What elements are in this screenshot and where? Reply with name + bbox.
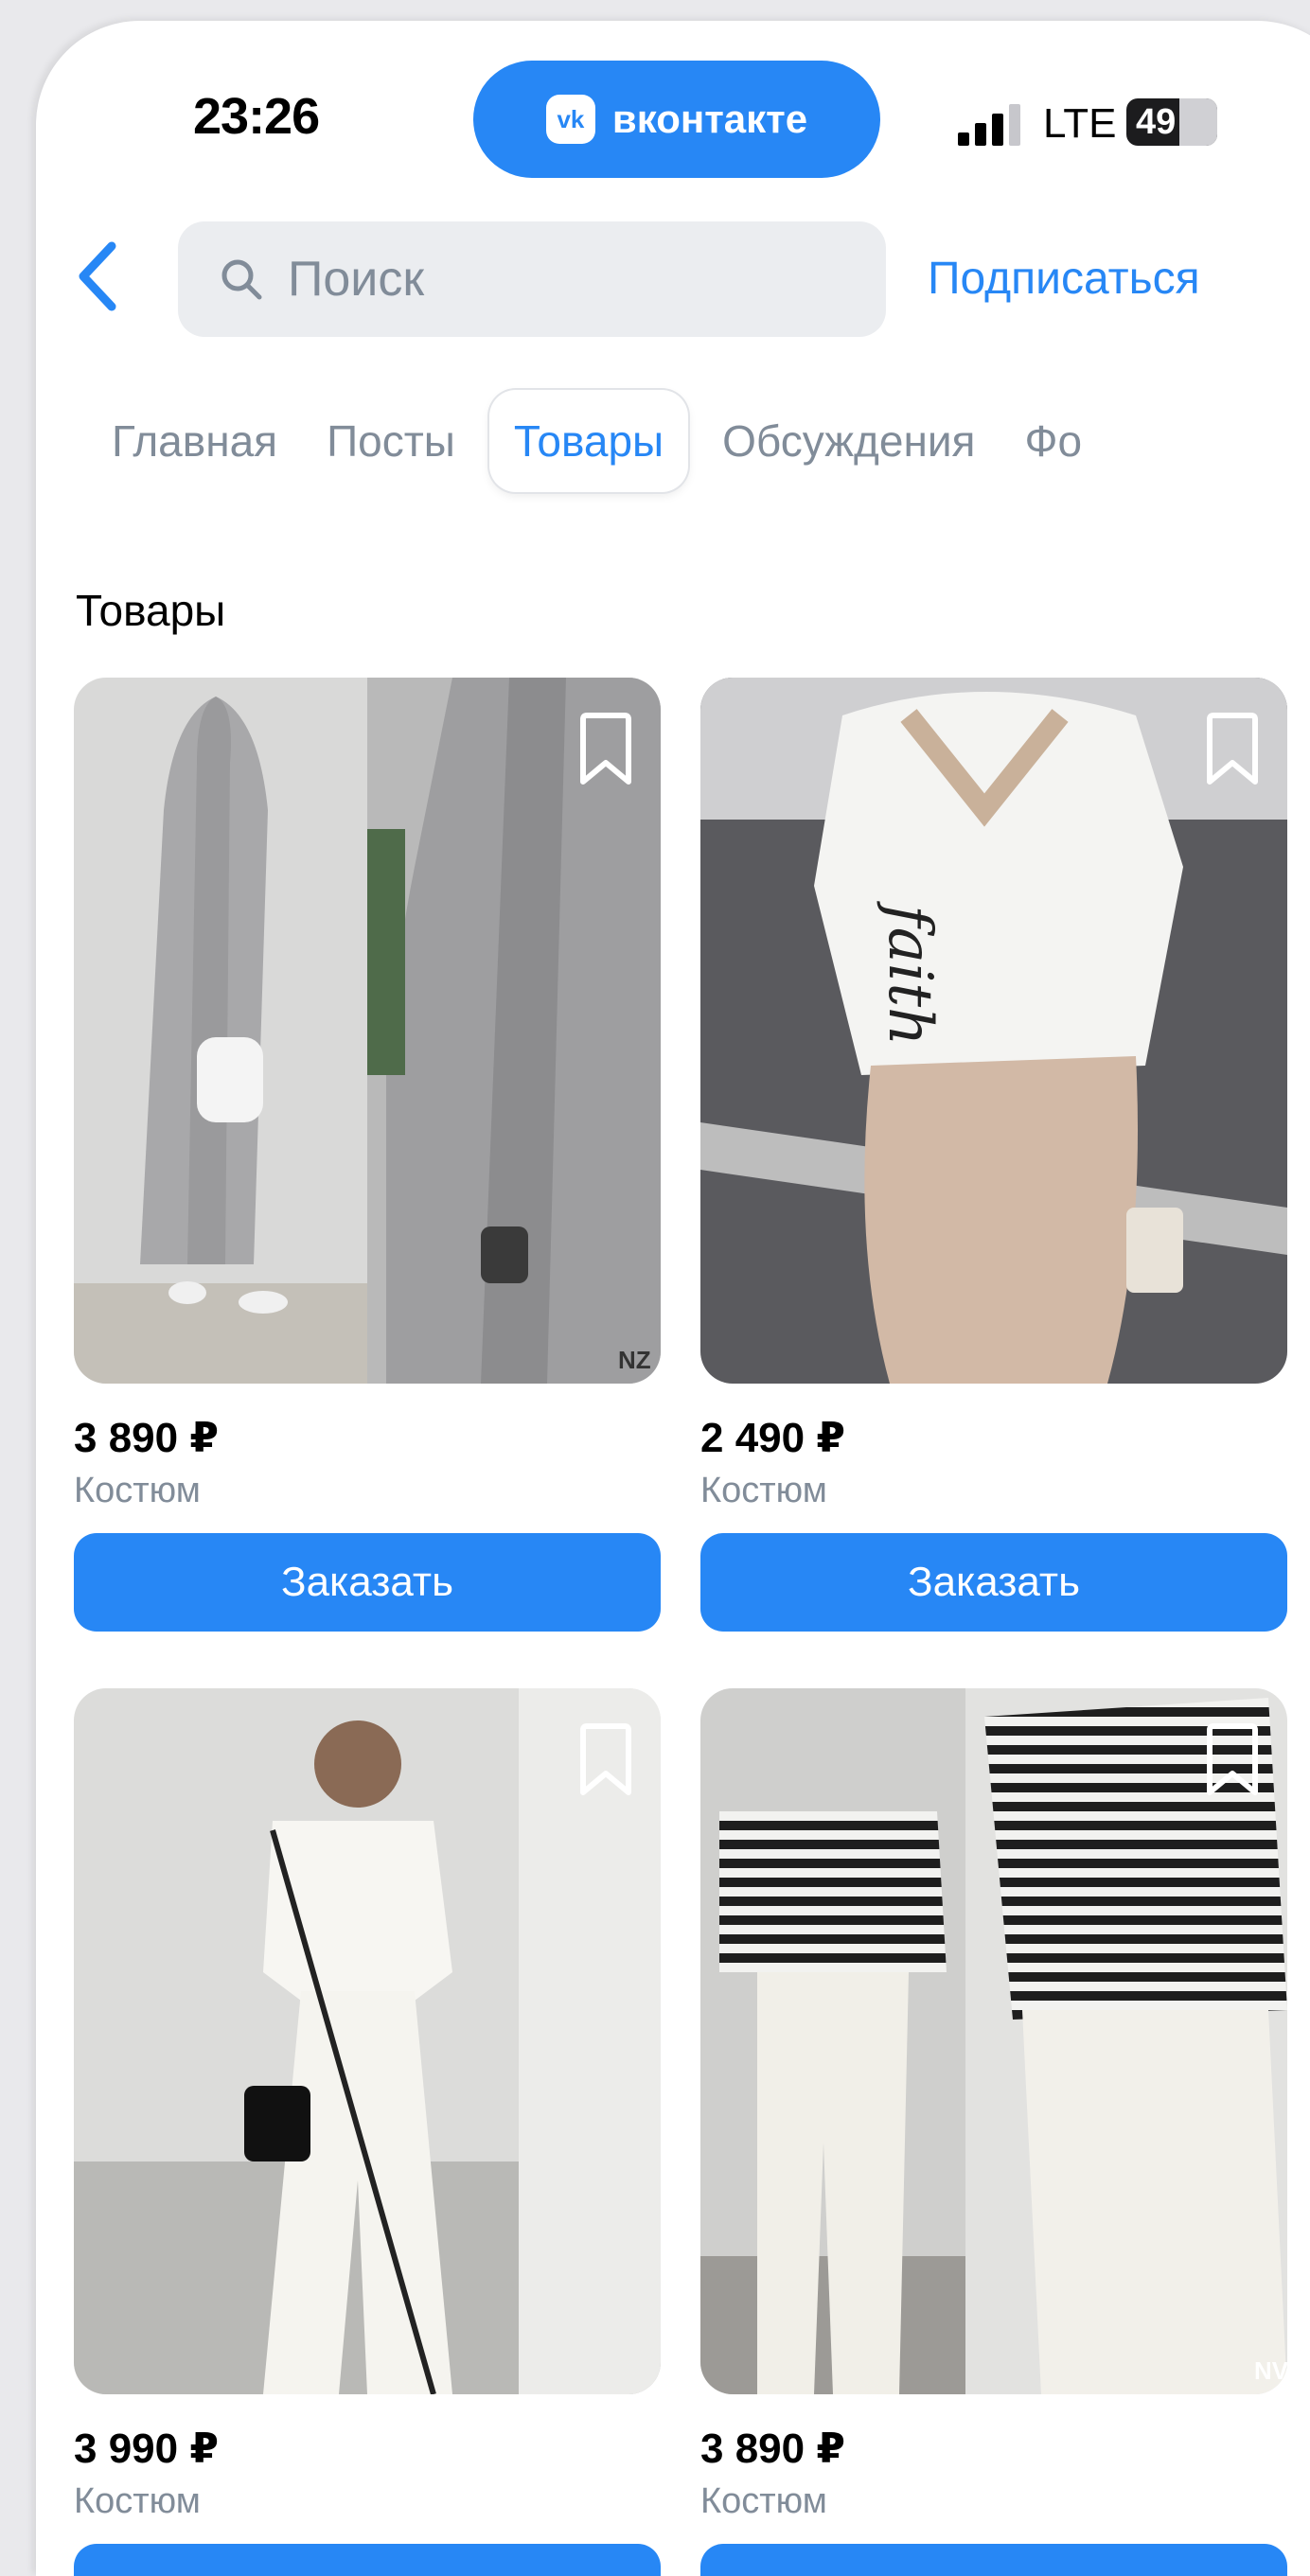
product-name: Костюм — [700, 1471, 827, 1510]
tab-products[interactable]: Товары — [488, 390, 689, 492]
sweater-print: faith — [875, 901, 945, 1046]
product-price: 3 890 ₽ — [74, 1415, 219, 1461]
bookmark-icon[interactable] — [1202, 1722, 1263, 1798]
order-button[interactable]: Заказать — [74, 2544, 661, 2576]
tab-main[interactable]: Главная — [87, 390, 302, 492]
product-price: 3 990 ₽ — [74, 2426, 219, 2472]
tab-photos[interactable]: Фо — [1000, 390, 1106, 492]
product-price: 2 490 ₽ — [700, 1415, 845, 1461]
order-button[interactable]: Заказать — [74, 1533, 661, 1632]
vk-app-label: вконтакте — [611, 97, 808, 141]
bookmark-icon[interactable] — [575, 1722, 636, 1798]
back-chevron-icon[interactable] — [70, 238, 127, 314]
product-name: Костюм — [74, 2481, 201, 2521]
product-image[interactable]: NV — [700, 1688, 1287, 2394]
product-price: 3 890 ₽ — [700, 2426, 845, 2472]
search-placeholder: Поиск — [288, 252, 425, 307]
search-icon — [221, 259, 262, 300]
bookmark-icon[interactable] — [1202, 712, 1263, 787]
battery-icon: 49 — [1126, 98, 1217, 146]
product-image[interactable] — [74, 1688, 661, 2394]
battery-level: 49 — [1136, 101, 1177, 142]
product-photo-striped-set: NV — [700, 1688, 1287, 2394]
tab-posts[interactable]: Посты — [302, 390, 480, 492]
product-photo-grey-dress: NZ — [74, 678, 661, 1384]
order-button[interactable]: Заказать — [700, 2544, 1287, 2576]
product-image[interactable]: faith — [700, 678, 1287, 1384]
vk-logo-icon: vk — [545, 95, 595, 144]
product-image[interactable]: NZ — [74, 678, 661, 1384]
product-photo-white-sweater: faith — [700, 678, 1287, 1384]
tab-bar: Главная Посты Товары Обсуждения Фо — [87, 388, 1106, 494]
brand-mark: NZ — [618, 1346, 651, 1374]
bookmark-icon[interactable] — [575, 712, 636, 787]
section-title: Товары — [76, 586, 226, 635]
brand-mark: NV — [1254, 2356, 1287, 2385]
signal-icon — [958, 104, 1020, 146]
network-label: LTE — [1043, 100, 1117, 147]
product-name: Костюм — [74, 1471, 201, 1510]
subscribe-button[interactable]: Подписаться — [928, 253, 1200, 305]
status-time: 23:26 — [193, 88, 320, 145]
product-photo-white-jumpsuit — [74, 1688, 661, 2394]
tab-discussions[interactable]: Обсуждения — [698, 390, 1000, 492]
product-name: Костюм — [700, 2481, 827, 2521]
vk-app-pill[interactable]: vk вконтакте — [473, 61, 880, 178]
order-button[interactable]: Заказать — [700, 1533, 1287, 1632]
screen: 23:26 vk вконтакте LTE 49 Поиск Подписат… — [36, 21, 1310, 2576]
search-input[interactable]: Поиск — [178, 221, 886, 337]
